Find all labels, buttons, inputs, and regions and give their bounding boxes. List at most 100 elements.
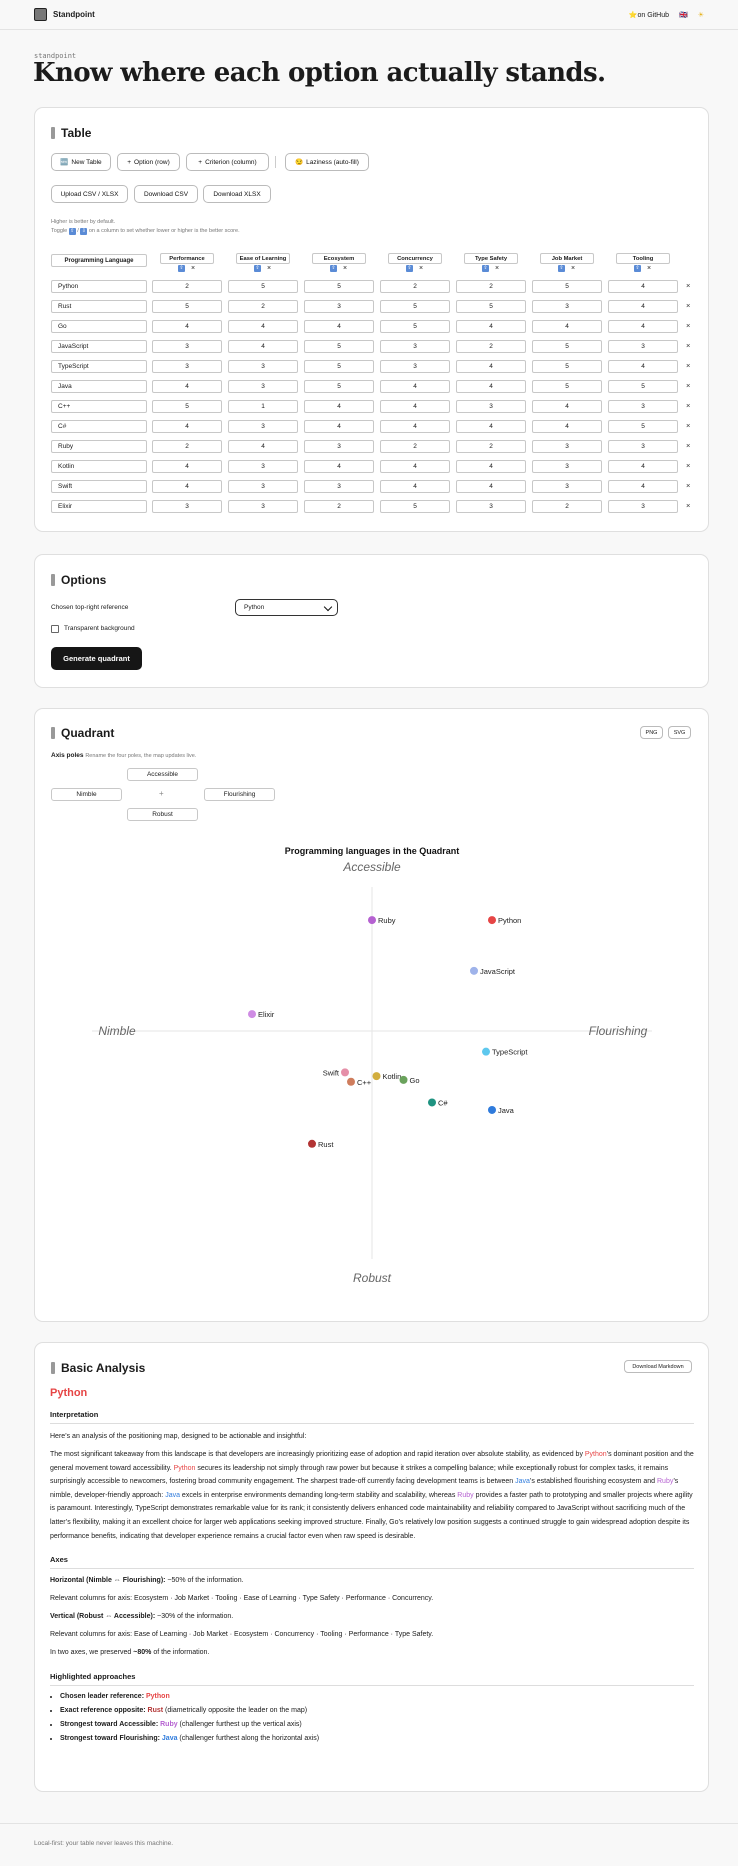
column-header[interactable]: Performance <box>160 253 214 264</box>
score-cell[interactable]: 1 <box>228 400 298 413</box>
score-cell[interactable]: 4 <box>152 380 222 393</box>
score-cell[interactable]: 2 <box>456 340 526 353</box>
row-name-input[interactable]: Elixir <box>51 500 147 513</box>
remove-row-icon[interactable]: × <box>686 481 690 490</box>
score-cell[interactable]: 5 <box>608 420 678 433</box>
row-name-input[interactable]: C++ <box>51 400 147 413</box>
row-name-input[interactable]: Rust <box>51 300 147 313</box>
generate-quadrant-button[interactable]: Generate quadrant <box>51 647 142 670</box>
score-cell[interactable]: 5 <box>304 280 374 293</box>
upload-button[interactable]: Upload CSV / XLSX <box>51 185 128 203</box>
remove-row-icon[interactable]: × <box>686 341 690 350</box>
pole-left-input[interactable]: Nimble <box>51 788 122 801</box>
svg-button[interactable]: SVG <box>668 726 691 739</box>
score-cell[interactable]: 4 <box>152 480 222 493</box>
score-cell[interactable]: 3 <box>304 440 374 453</box>
score-cell[interactable]: 2 <box>228 300 298 313</box>
score-cell[interactable]: 4 <box>228 440 298 453</box>
score-cell[interactable]: 4 <box>380 400 450 413</box>
remove-row-icon[interactable]: × <box>686 441 690 450</box>
score-cell[interactable]: 2 <box>304 500 374 513</box>
score-cell[interactable]: 4 <box>608 360 678 373</box>
remove-row-icon[interactable]: × <box>686 401 690 410</box>
score-cell[interactable]: 4 <box>304 320 374 333</box>
laziness-button[interactable]: 😏 Laziness (auto-fill) <box>285 153 369 171</box>
score-cell[interactable]: 4 <box>228 320 298 333</box>
download-xlsx-button[interactable]: Download XLSX <box>203 185 271 203</box>
score-cell[interactable]: 4 <box>152 460 222 473</box>
score-cell[interactable]: 3 <box>456 500 526 513</box>
score-cell[interactable]: 5 <box>304 340 374 353</box>
score-cell[interactable]: 3 <box>228 360 298 373</box>
score-cell[interactable]: 4 <box>608 460 678 473</box>
transparent-checkbox[interactable] <box>51 625 59 633</box>
reference-select[interactable]: Python <box>235 599 338 616</box>
score-cell[interactable]: 4 <box>304 400 374 413</box>
score-cell[interactable]: 5 <box>380 300 450 313</box>
score-cell[interactable]: 2 <box>532 500 602 513</box>
score-cell[interactable]: 3 <box>608 440 678 453</box>
score-cell[interactable]: 4 <box>456 360 526 373</box>
row-name-input[interactable]: Go <box>51 320 147 333</box>
language-flag-icon[interactable]: 🇬🇧 <box>679 11 688 19</box>
column-header[interactable]: Tooling <box>616 253 670 264</box>
download-csv-button[interactable]: Download CSV <box>134 185 198 203</box>
row-name-input[interactable]: Java <box>51 380 147 393</box>
score-cell[interactable]: 3 <box>532 460 602 473</box>
theme-toggle-icon[interactable]: ☀ <box>698 11 704 19</box>
row-name-input[interactable]: C# <box>51 420 147 433</box>
score-cell[interactable]: 5 <box>228 280 298 293</box>
remove-row-icon[interactable]: × <box>686 321 690 330</box>
pole-top-input[interactable]: Accessible <box>127 768 198 781</box>
sort-direction-icon[interactable]: ⇧ <box>254 265 261 272</box>
remove-column-icon[interactable]: × <box>191 265 195 272</box>
column-header[interactable]: Concurrency <box>388 253 442 264</box>
row-name-input[interactable]: JavaScript <box>51 340 147 353</box>
score-cell[interactable]: 4 <box>608 320 678 333</box>
remove-row-icon[interactable]: × <box>686 281 690 290</box>
score-cell[interactable]: 3 <box>152 340 222 353</box>
sort-direction-icon[interactable]: ⇧ <box>558 265 565 272</box>
sort-direction-icon[interactable]: ⇧ <box>330 265 337 272</box>
score-cell[interactable]: 4 <box>380 420 450 433</box>
score-cell[interactable]: 3 <box>532 480 602 493</box>
score-cell[interactable]: 4 <box>456 380 526 393</box>
download-markdown-button[interactable]: Download Markdown <box>624 1360 692 1373</box>
score-cell[interactable]: 3 <box>532 300 602 313</box>
remove-row-icon[interactable]: × <box>686 501 690 510</box>
column-header[interactable]: Ease of Learning <box>236 253 290 264</box>
pole-bottom-input[interactable]: Robust <box>127 808 198 821</box>
score-cell[interactable]: 4 <box>152 320 222 333</box>
row-name-input[interactable]: Python <box>51 280 147 293</box>
score-cell[interactable]: 4 <box>608 300 678 313</box>
score-cell[interactable]: 3 <box>228 480 298 493</box>
github-link[interactable]: ⭐on GitHub <box>629 11 669 19</box>
score-cell[interactable]: 4 <box>532 400 602 413</box>
score-cell[interactable]: 3 <box>304 300 374 313</box>
sort-direction-icon[interactable]: ⇧ <box>406 265 413 272</box>
score-cell[interactable]: 5 <box>380 500 450 513</box>
score-cell[interactable]: 5 <box>152 400 222 413</box>
score-cell[interactable]: 4 <box>456 320 526 333</box>
score-cell[interactable]: 5 <box>532 340 602 353</box>
remove-column-icon[interactable]: × <box>343 265 347 272</box>
column-header[interactable]: Type Safety <box>464 253 518 264</box>
remove-row-icon[interactable]: × <box>686 461 690 470</box>
score-cell[interactable]: 4 <box>380 480 450 493</box>
score-cell[interactable]: 3 <box>608 340 678 353</box>
score-cell[interactable]: 5 <box>152 300 222 313</box>
score-cell[interactable]: 2 <box>152 280 222 293</box>
sort-direction-icon[interactable]: ⇧ <box>178 265 185 272</box>
score-cell[interactable]: 4 <box>380 380 450 393</box>
column-header[interactable]: Job Market <box>540 253 594 264</box>
score-cell[interactable]: 4 <box>304 420 374 433</box>
score-cell[interactable]: 4 <box>152 420 222 433</box>
row-name-input[interactable]: TypeScript <box>51 360 147 373</box>
score-cell[interactable]: 4 <box>608 480 678 493</box>
score-cell[interactable]: 5 <box>608 380 678 393</box>
add-option-button[interactable]: + Option (row) <box>117 153 180 171</box>
score-cell[interactable]: 4 <box>228 340 298 353</box>
score-cell[interactable]: 3 <box>228 460 298 473</box>
score-cell[interactable]: 3 <box>228 420 298 433</box>
score-cell[interactable]: 4 <box>532 420 602 433</box>
